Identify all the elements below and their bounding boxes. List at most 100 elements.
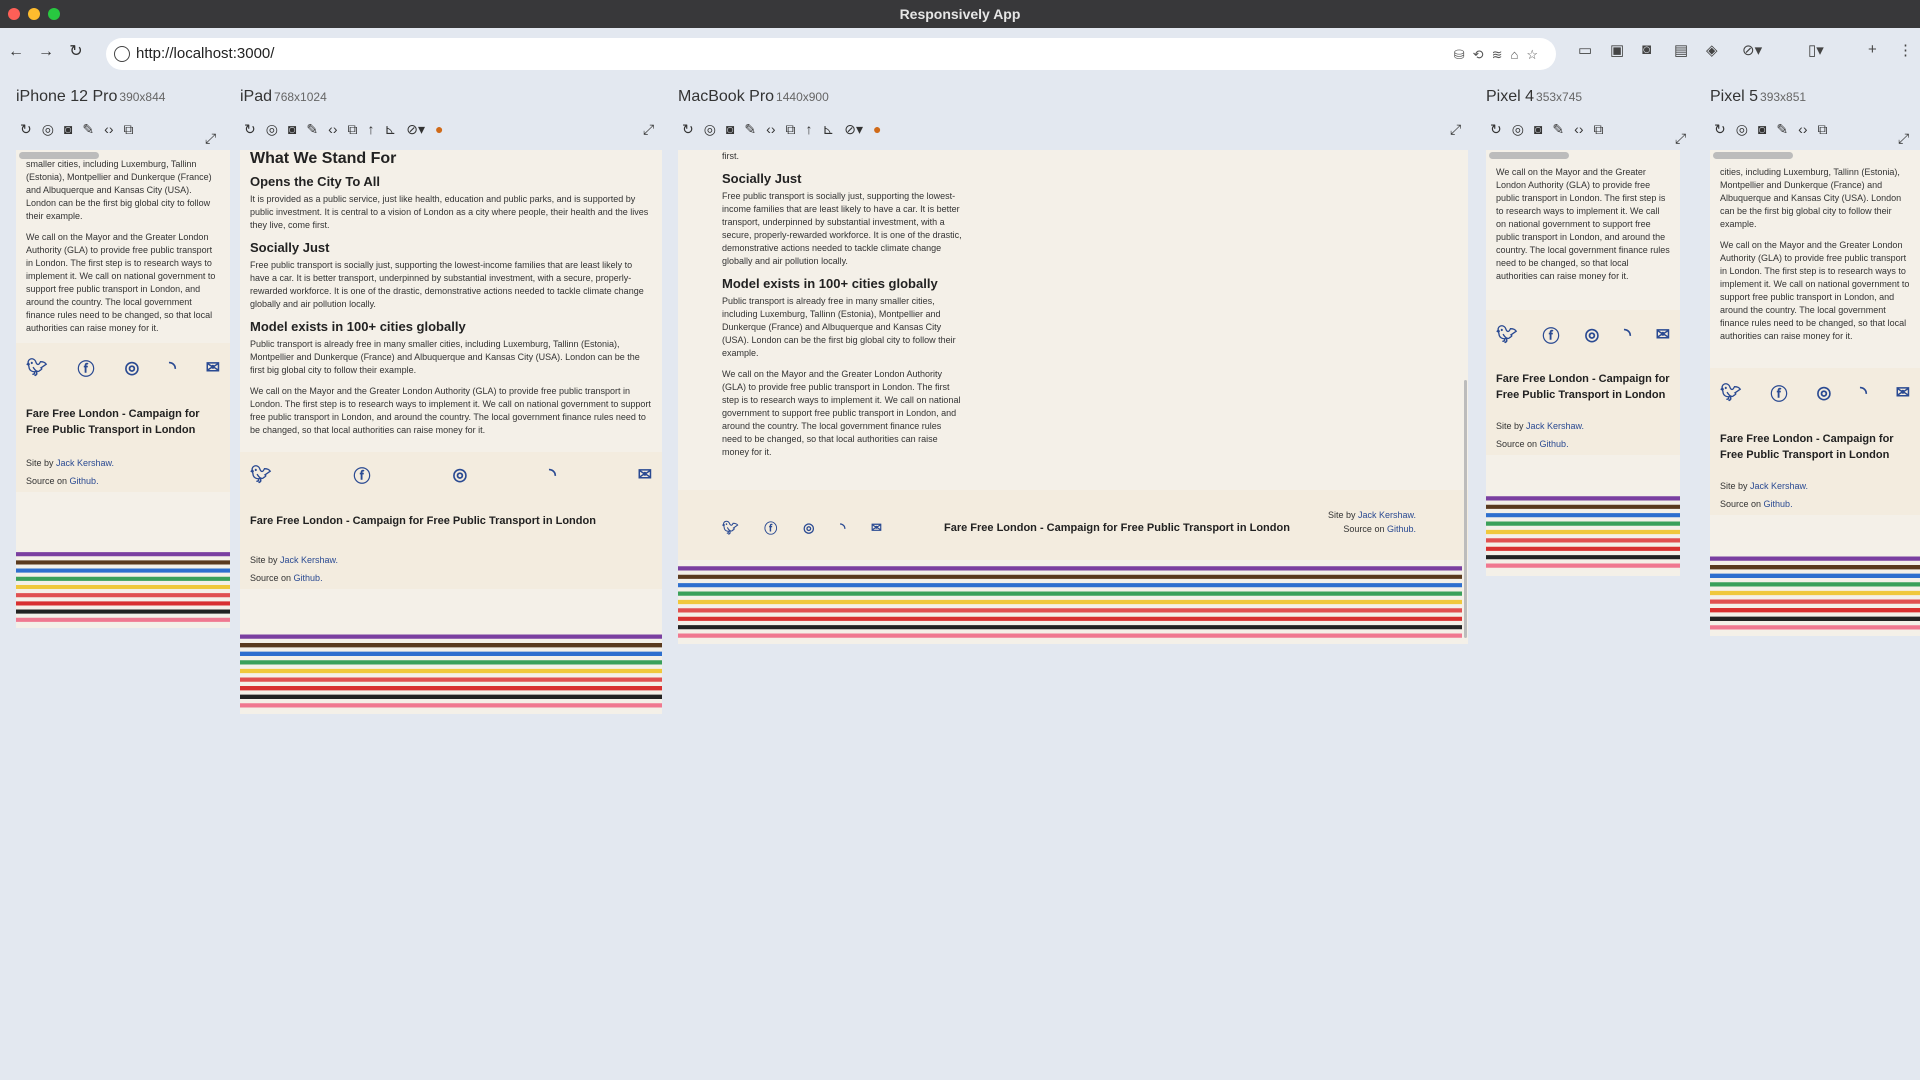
reload-icon[interactable]: ↻ (1490, 121, 1502, 138)
url-input[interactable]: http://localhost:3000/ (136, 38, 274, 70)
rotate-icon[interactable]: ⧉ (785, 121, 795, 138)
twitter-icon[interactable]: 🐦︎ (1720, 383, 1742, 403)
preview-icon[interactable]: ▣ (1610, 41, 1624, 59)
sync-icon[interactable]: ⟲ (1473, 47, 1492, 62)
close-window-button[interactable] (8, 8, 20, 20)
device-menu-icon[interactable]: ▯▾ (1808, 41, 1824, 59)
email-icon[interactable]: ✉ (1896, 383, 1910, 403)
device-frame-macbook[interactable]: first. Socially Just Free public transpo… (678, 150, 1468, 644)
screenshot-icon[interactable]: ◎ (1736, 121, 1748, 138)
device-toolbar-iphone[interactable]: ↻ ◎ ◙ ✎ ‹› ⧉ (20, 121, 143, 139)
github-link[interactable]: Github. (70, 476, 99, 486)
email-icon[interactable]: ✉ (871, 520, 882, 536)
github-link[interactable]: Github. (1764, 499, 1793, 509)
rotate-icon[interactable]: ⧉ (347, 121, 357, 138)
scrollbar[interactable] (19, 152, 99, 159)
twitter-icon[interactable]: 🐦︎ (250, 465, 272, 485)
more-icon[interactable]: ⋮ (1898, 41, 1913, 59)
instagram-icon[interactable]: ◎ (124, 358, 139, 378)
code-icon[interactable]: ‹› (1574, 121, 1583, 137)
code-icon[interactable]: ‹› (766, 121, 775, 137)
fullscreen-icon[interactable]: ⤢ (1675, 130, 1686, 147)
hide-icon[interactable]: ⊘▾ (406, 121, 425, 138)
device-frame-pixel4[interactable]: We call on the Mayor and the Greater Lon… (1486, 150, 1680, 576)
forward-button[interactable]: → (36, 42, 56, 62)
network-icon[interactable]: ≋ (1492, 47, 1511, 62)
rss-icon[interactable]: ◝ (1624, 325, 1631, 345)
instagram-icon[interactable]: ◎ (1584, 325, 1599, 345)
hide-icon[interactable]: ⊘▾ (1742, 41, 1762, 59)
address-bar-actions[interactable]: ⛁⟲≋⌂☆ (1454, 47, 1546, 62)
device-toolbar-macbook[interactable]: ↻ ◎ ◙ ✎ ‹› ⧉ ↑ ⊾ ⊘▾ ● (682, 121, 891, 139)
device-frame-iphone[interactable]: smaller cities, including Luxemburg, Tal… (16, 150, 230, 628)
code-icon[interactable]: ‹› (328, 121, 337, 137)
facebook-icon[interactable]: ⓕ (354, 462, 371, 487)
twitter-icon[interactable]: 🐦︎ (722, 520, 739, 536)
minimize-window-button[interactable] (28, 8, 40, 20)
color-picker-icon[interactable]: ✎ (744, 121, 756, 138)
maximize-window-button[interactable] (48, 8, 60, 20)
reload-icon[interactable]: ↻ (244, 121, 256, 138)
fullscreen-icon[interactable]: ⤢ (205, 130, 216, 147)
star-icon[interactable]: ☆ (1526, 47, 1546, 62)
reload-icon[interactable]: ↻ (20, 121, 32, 138)
database-icon[interactable]: ⛁ (1454, 47, 1473, 62)
layers-icon[interactable]: ◈ (1706, 41, 1718, 59)
color-icon[interactable]: ● (873, 121, 881, 137)
screenshot-icon[interactable]: ◎ (266, 121, 278, 138)
hide-icon[interactable]: ⊘▾ (844, 121, 863, 138)
twitter-icon[interactable]: 🐦︎ (1496, 325, 1518, 345)
twitter-icon[interactable]: 🐦︎ (26, 358, 48, 378)
color-icon[interactable]: ● (435, 121, 443, 137)
reload-icon[interactable]: ↻ (682, 121, 694, 138)
camera-icon[interactable]: ◙ (1758, 121, 1766, 137)
device-frame-ipad[interactable]: What We Stand For Opens the City To All … (240, 150, 662, 714)
author-link[interactable]: Jack Kershaw. (280, 555, 338, 565)
address-bar[interactable]: http://localhost:3000/ ⛁⟲≋⌂☆ (106, 38, 1556, 70)
device-toolbar-pixel5[interactable]: ↻ ◎ ◙ ✎ ‹› ⧉ (1714, 121, 1837, 139)
instagram-icon[interactable]: ◎ (803, 520, 814, 536)
device-frame-pixel5[interactable]: cities, including Luxemburg, Tallinn (Es… (1710, 150, 1920, 636)
color-picker-icon[interactable]: ✎ (82, 121, 94, 138)
facebook-icon[interactable]: ⓕ (78, 355, 95, 380)
layout-icon[interactable]: ▭ (1578, 41, 1592, 59)
scrollbar[interactable] (1489, 152, 1569, 159)
screenshot-icon[interactable]: ◎ (1512, 121, 1524, 138)
device-toolbar-ipad[interactable]: ↻ ◎ ◙ ✎ ‹› ⧉ ↑ ⊾ ⊘▾ ● (244, 121, 453, 139)
ruler-icon[interactable]: ⊾ (384, 121, 396, 138)
fullscreen-icon[interactable]: ⤢ (1450, 121, 1461, 138)
facebook-icon[interactable]: ⓕ (1771, 380, 1788, 405)
color-picker-icon[interactable]: ✎ (1776, 121, 1788, 138)
back-button[interactable]: ← (6, 42, 26, 62)
scrollbar[interactable] (1464, 380, 1467, 638)
reload-button[interactable]: ↻ (66, 42, 86, 62)
device-toolbar-pixel4[interactable]: ↻ ◎ ◙ ✎ ‹› ⧉ (1490, 121, 1613, 139)
color-picker-icon[interactable]: ✎ (306, 121, 318, 138)
facebook-icon[interactable]: ⓕ (1543, 322, 1560, 347)
scroll-up-icon[interactable]: ↑ (367, 121, 374, 137)
screenshot-icon[interactable]: ◎ (42, 121, 54, 138)
camera-icon[interactable]: ◙ (726, 121, 734, 137)
camera-icon[interactable]: ◙ (1642, 41, 1651, 58)
camera-icon[interactable]: ◙ (64, 121, 72, 137)
add-icon[interactable]: + (1868, 41, 1877, 58)
instagram-icon[interactable]: ◎ (1816, 383, 1831, 403)
reload-icon[interactable]: ↻ (1714, 121, 1726, 138)
scroll-up-icon[interactable]: ↑ (805, 121, 812, 137)
email-icon[interactable]: ✉ (206, 358, 220, 378)
github-link[interactable]: Github. (1387, 524, 1416, 534)
rotate-icon[interactable]: ⧉ (1817, 121, 1827, 138)
fullscreen-icon[interactable]: ⤢ (1898, 130, 1909, 147)
author-link[interactable]: Jack Kershaw. (1358, 510, 1416, 520)
fullscreen-icon[interactable]: ⤢ (643, 121, 654, 138)
author-link[interactable]: Jack Kershaw. (1526, 421, 1584, 431)
home-icon[interactable]: ⌂ (1510, 47, 1526, 62)
camera-icon[interactable]: ◙ (288, 121, 296, 137)
rss-icon[interactable]: ◝ (840, 520, 845, 536)
code-icon[interactable]: ‹› (1798, 121, 1807, 137)
rss-icon[interactable]: ◝ (169, 358, 176, 378)
instagram-icon[interactable]: ◎ (452, 465, 467, 485)
author-link[interactable]: Jack Kershaw. (1750, 481, 1808, 491)
document-icon[interactable]: ▤ (1674, 41, 1688, 59)
rotate-icon[interactable]: ⧉ (123, 121, 133, 138)
